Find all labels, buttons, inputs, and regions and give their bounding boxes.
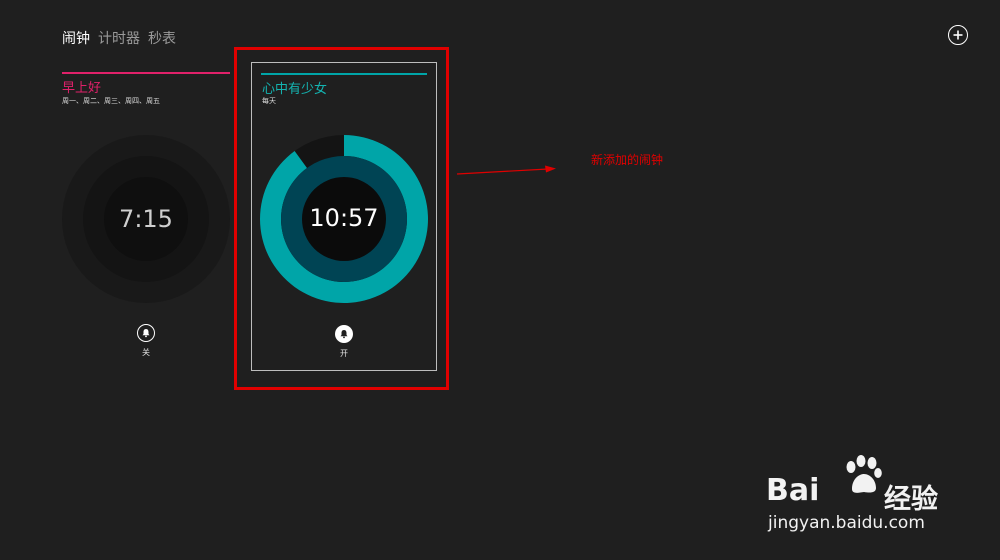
watermark-brand: Bai [766, 473, 820, 508]
alarm-days: 周一、周二、周三、周四、周五 [62, 97, 160, 105]
add-alarm-button[interactable] [948, 25, 968, 45]
tab-bar: 闹钟 计时器 秒表 [62, 28, 176, 48]
alarm-time: 10:57 [309, 204, 379, 232]
alarm-days: 每天 [262, 97, 276, 105]
alarm-name: 心中有少女 [262, 82, 328, 97]
tab-stopwatch[interactable]: 秒表 [148, 28, 176, 48]
bell-icon [142, 329, 150, 338]
alarm-state-label: 关 [142, 348, 150, 357]
alarm-card-1[interactable]: 早上好 周一、周二、周三、周四、周五 7:15 关 [62, 60, 232, 380]
alarm-card-2[interactable]: 心中有少女 每天 10:57 开 [251, 62, 437, 371]
tab-alarm[interactable]: 闹钟 [62, 28, 90, 48]
alarm-accent-line [62, 72, 230, 74]
watermark-brand-suffix: 经验 [884, 484, 938, 515]
alarm-accent-line [261, 73, 427, 75]
annotation-text: 新添加的闹钟 [591, 153, 664, 167]
tab-timer[interactable]: 计时器 [98, 28, 140, 48]
alarm-state-label: 开 [340, 349, 348, 358]
alarm-toggle-button[interactable] [137, 324, 155, 342]
bell-icon [340, 330, 348, 339]
alarm-time: 7:15 [119, 205, 173, 233]
alarm-toggle-button[interactable] [335, 325, 353, 343]
plus-icon [953, 30, 963, 40]
watermark-url: jingyan.baidu.com [768, 513, 925, 533]
alarm-name: 早上好 [62, 81, 102, 96]
paw-icon [846, 455, 882, 493]
baidu-watermark: Bai 经验 jingyan.baidu.com [766, 455, 956, 540]
annotation-arrow [456, 165, 556, 175]
